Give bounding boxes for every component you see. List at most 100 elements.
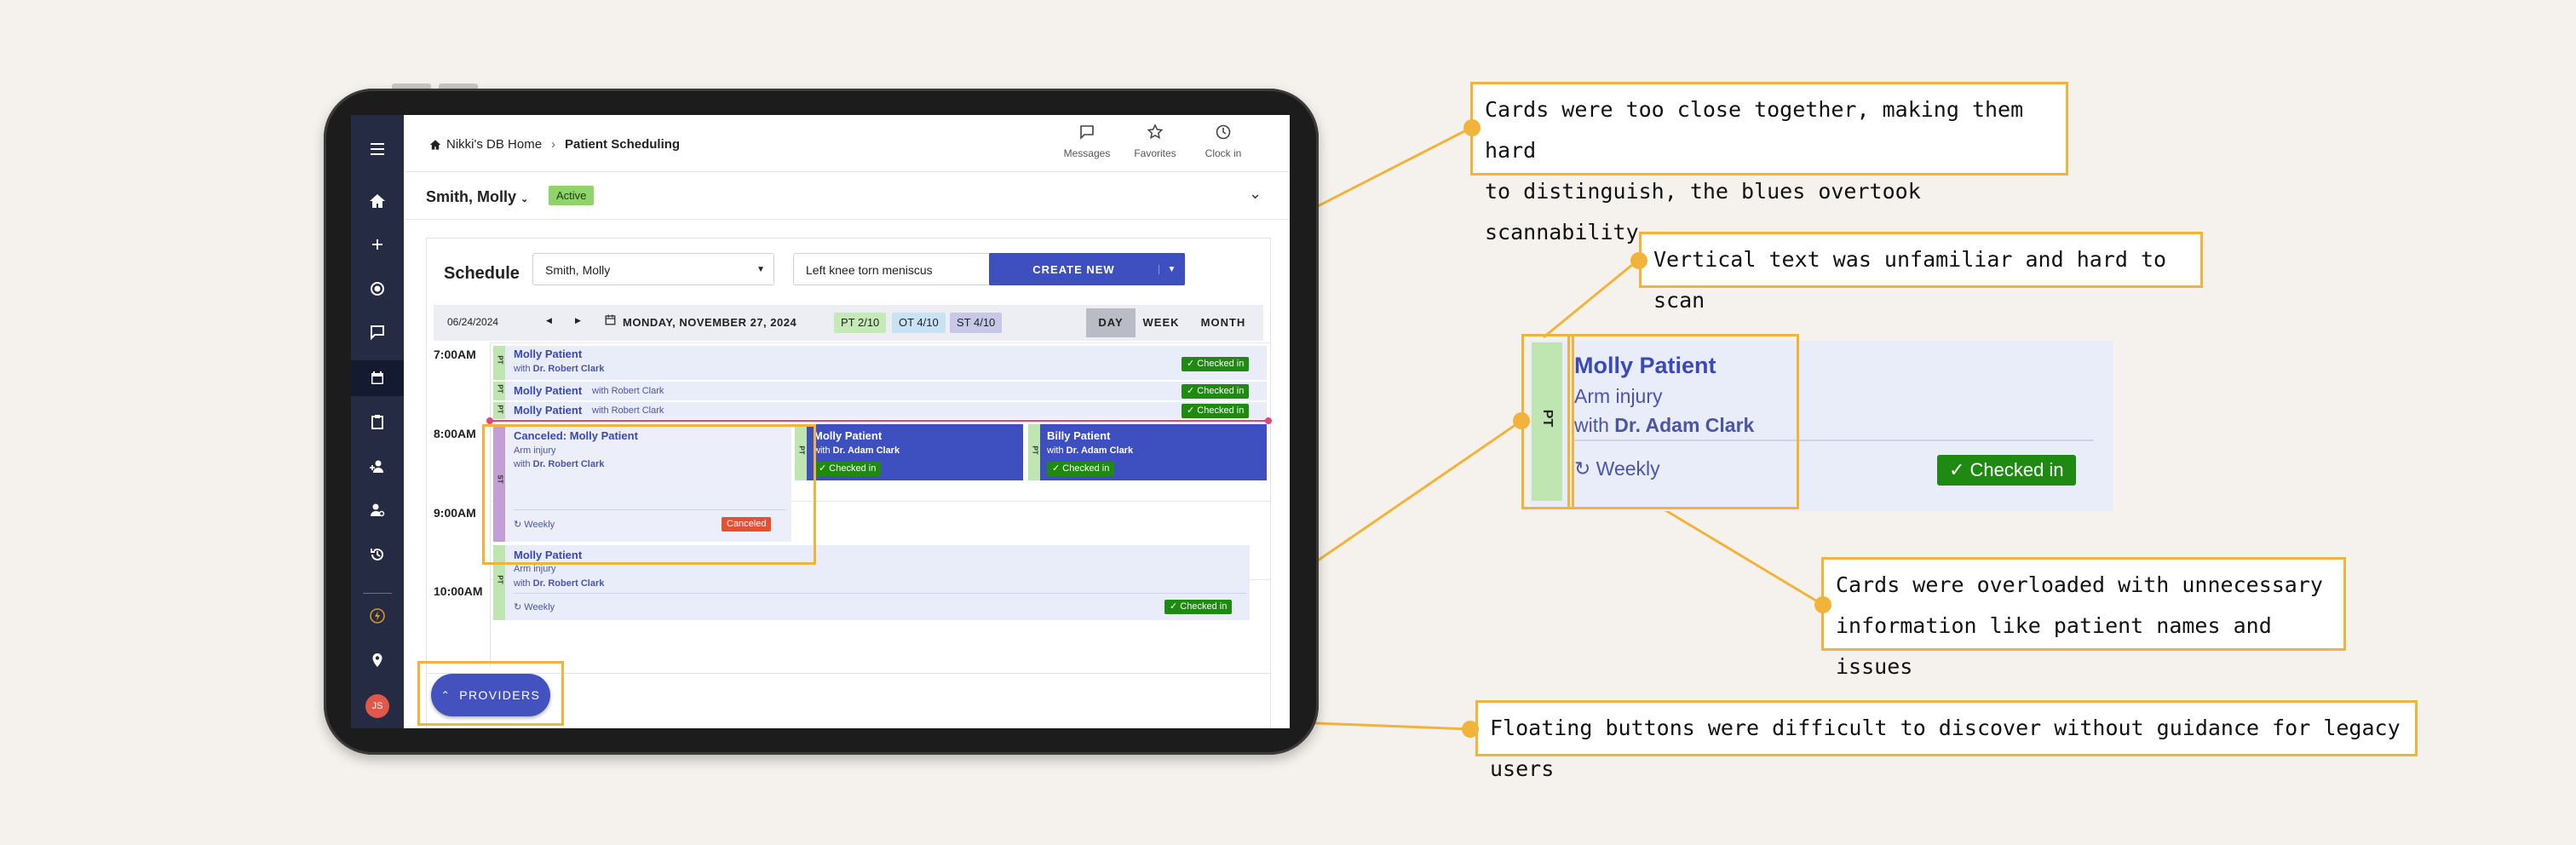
- avatar-initials: JS: [371, 701, 383, 711]
- home-icon[interactable]: [429, 139, 441, 151]
- view-day-tab[interactable]: DAY: [1086, 308, 1136, 337]
- patient-select-value: Smith, Molly: [545, 263, 611, 277]
- recurrence-label: Weekly: [524, 602, 555, 612]
- breadcrumb-home[interactable]: Nikki's DB Home: [446, 137, 542, 152]
- patient-select[interactable]: Smith, Molly ▼: [532, 253, 774, 285]
- time-label: 8:00AM: [434, 427, 476, 440]
- expand-chevron-icon[interactable]: ⌄: [1249, 185, 1262, 203]
- clock-icon: [1216, 124, 1231, 140]
- checked-in-label: Checked in: [1197, 386, 1245, 396]
- checked-in-label: Checked in: [1180, 601, 1228, 612]
- comment-icon[interactable]: [351, 315, 404, 349]
- history-icon[interactable]: [351, 537, 404, 572]
- annotation-dot: [1513, 412, 1530, 429]
- calendar-icon[interactable]: [351, 360, 404, 396]
- st-pill: ST 4/10: [950, 313, 1003, 333]
- annotation-floating-buttons: Floating buttons were difficult to disco…: [1475, 700, 2418, 781]
- main-content: Nikki's DB Home › Patient Scheduling Mes…: [404, 115, 1290, 728]
- ot-pill: OT 4/10: [892, 313, 946, 333]
- time-label: 9:00AM: [434, 506, 476, 520]
- appointment-type: PT: [496, 384, 504, 394]
- messages-button[interactable]: Messages: [1053, 124, 1121, 159]
- appointment-title: Molly Patient: [514, 348, 583, 360]
- appointment-provider: with Dr. Robert Clark: [514, 578, 604, 589]
- annotation-floating-buttons-line: Floating buttons were difficult to disco…: [1490, 716, 2401, 781]
- appointment-provider: with Robert Clark: [592, 405, 664, 416]
- time-label: 7:00AM: [434, 348, 476, 361]
- chevron-down-icon: ⌄: [520, 194, 529, 204]
- next-arrow-icon[interactable]: ▶: [575, 316, 581, 325]
- checked-in-badge: ✓ Checked in: [1182, 357, 1250, 371]
- schedule-title: Schedule: [444, 264, 520, 283]
- appointment-card[interactable]: PT Molly Patient with Robert Clark ✓ Che…: [493, 382, 1267, 400]
- appointment-type: PT: [496, 575, 504, 584]
- tablet-screen: JS Nikki's DB Home › Patient Scheduling …: [351, 115, 1290, 728]
- time-label: 10:00AM: [434, 584, 483, 598]
- plus-icon[interactable]: [351, 227, 404, 262]
- appointment-card[interactable]: PT Molly Patient with Dr. Robert Clark ✓…: [493, 346, 1267, 380]
- checked-in-label: Checked in: [829, 463, 877, 474]
- appointment-title: Molly Patient: [814, 429, 883, 442]
- date-toolbar: 06/24/2024 ◀ ▶ MONDAY, NOVEMBER 27, 2024…: [434, 305, 1263, 341]
- appointment-card[interactable]: PT Molly Patient with Dr. Adam Clark ✓ C…: [795, 424, 1023, 480]
- appointment-doctor: Dr. Adam Clark: [832, 445, 900, 456]
- home-icon[interactable]: [351, 184, 404, 218]
- sidebar-divider: [363, 593, 392, 594]
- annotation-dot: [1462, 721, 1479, 738]
- checked-in-badge: ✓ Checked in: [814, 462, 882, 476]
- checked-in-label: Checked in: [1197, 359, 1245, 369]
- checked-in-badge: ✓ Checked in: [1182, 404, 1250, 418]
- appointment-with: with: [1047, 445, 1064, 456]
- appointment-doctor: Dr. Robert Clark: [532, 578, 605, 589]
- appointment-card[interactable]: PT Billy Patient with Dr. Adam Clark ✓ C…: [1028, 424, 1267, 480]
- view-week-tab[interactable]: WEEK: [1136, 308, 1187, 337]
- annotation-dot: [1814, 596, 1831, 613]
- appointment-with: with: [514, 578, 531, 589]
- zoomed-checked-in-label: Checked in: [1969, 459, 2064, 480]
- favorites-button[interactable]: Favorites: [1121, 124, 1189, 159]
- appointment-provider: with Dr. Adam Clark: [1047, 445, 1133, 456]
- appointment-type: PT: [496, 355, 504, 365]
- date-display: MONDAY, NOVEMBER 27, 2024: [623, 316, 797, 329]
- appointment-issue: Arm injury: [514, 564, 556, 574]
- appointment-title: Billy Patient: [1047, 429, 1111, 442]
- annotation-vertical-text-line: Vertical text was unfamiliar and hard to…: [1653, 247, 2167, 313]
- star-icon: [1147, 124, 1164, 140]
- date-input[interactable]: 06/24/2024: [447, 316, 498, 328]
- sidebar: JS: [351, 115, 404, 728]
- status-badge: Active: [549, 186, 595, 205]
- annotation-dot: [1630, 252, 1647, 269]
- record-icon[interactable]: [351, 272, 404, 306]
- appointment-type: PT: [496, 405, 504, 414]
- appointment-card[interactable]: PT Molly Patient with Robert Clark ✓ Che…: [493, 402, 1267, 419]
- caret-down-icon[interactable]: ▼: [1159, 264, 1185, 274]
- add-person-icon[interactable]: [351, 450, 404, 484]
- appointment-provider: with Robert Clark: [592, 386, 664, 396]
- annotation-spacing-line1: Cards were too close together, making th…: [1485, 97, 2024, 163]
- caret-down-icon: ▼: [756, 265, 765, 274]
- clock-in-button[interactable]: Clock in: [1189, 124, 1257, 159]
- calendar-small-icon[interactable]: [604, 313, 617, 329]
- appointment-type-strip: PT: [1028, 424, 1040, 480]
- hour-line: [490, 342, 1270, 343]
- appointment-provider: with Dr. Adam Clark: [814, 445, 900, 456]
- avatar[interactable]: JS: [365, 694, 389, 718]
- create-new-button[interactable]: CREATE NEW ▼: [989, 253, 1185, 285]
- view-month-tab[interactable]: MONTH: [1187, 308, 1260, 337]
- prev-arrow-icon[interactable]: ◀: [546, 316, 552, 325]
- chevron-right-icon: ›: [551, 137, 556, 152]
- user-cog-icon[interactable]: [351, 493, 404, 527]
- appointment-title: Molly Patient: [514, 384, 583, 397]
- patient-bar: Smith, Molly ⌄ Active ⌄: [404, 171, 1290, 220]
- location-icon[interactable]: [351, 643, 404, 677]
- patient-selector[interactable]: Smith, Molly ⌄: [426, 188, 528, 206]
- clipboard-icon[interactable]: [351, 405, 404, 439]
- bolt-icon[interactable]: [351, 599, 404, 633]
- checked-in-badge: ✓ Checked in: [1182, 384, 1250, 399]
- messages-label: Messages: [1063, 147, 1111, 159]
- appointment-doctor: Dr. Adam Clark: [1066, 445, 1134, 456]
- create-new-label: CREATE NEW: [1032, 262, 1115, 276]
- menu-icon[interactable]: [351, 132, 404, 166]
- appointment-provider: with Dr. Robert Clark: [514, 364, 604, 374]
- highlight-card-content: [1567, 334, 1799, 509]
